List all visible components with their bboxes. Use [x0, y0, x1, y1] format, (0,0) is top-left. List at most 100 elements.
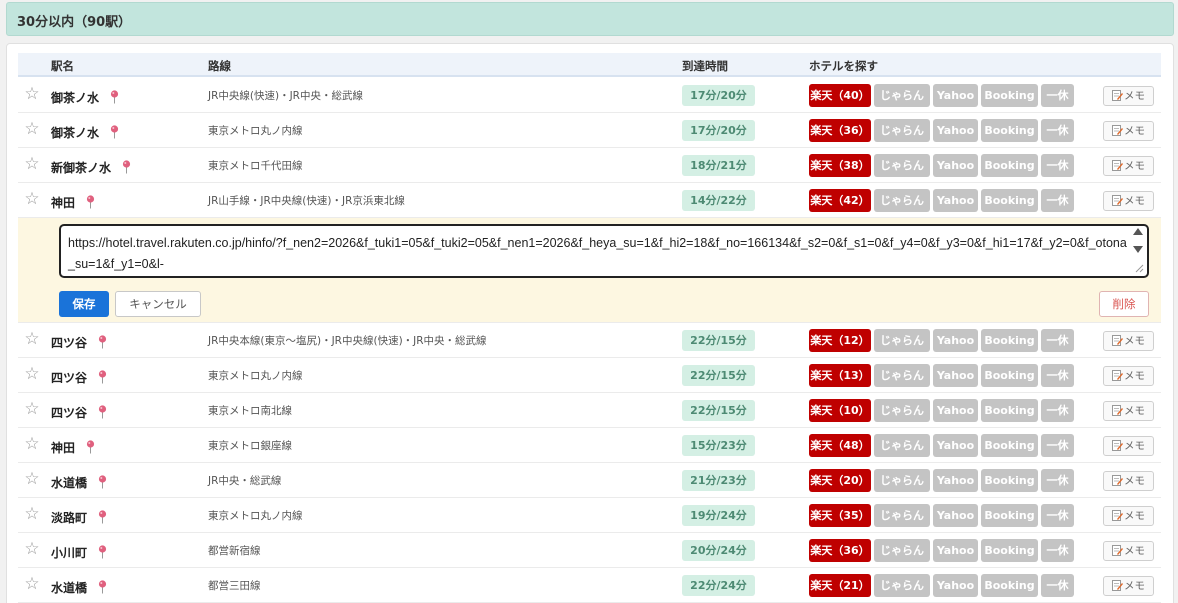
favorite-star-icon[interactable]: ☆ — [23, 505, 41, 523]
ikyu-button[interactable]: 一休 — [1041, 504, 1074, 527]
yahoo-button[interactable]: Yahoo — [933, 84, 978, 107]
rakuten-button[interactable]: 楽天（38） — [809, 154, 871, 177]
station-name[interactable]: 小川町 — [51, 546, 87, 560]
rakuten-button[interactable]: 楽天（20） — [809, 469, 871, 492]
ikyu-button[interactable]: 一休 — [1041, 469, 1074, 492]
memo-button[interactable]: メモ — [1103, 366, 1154, 386]
map-pin-icon[interactable] — [98, 335, 107, 349]
jalan-button[interactable]: じゃらん — [874, 119, 930, 142]
memo-button[interactable]: メモ — [1103, 121, 1154, 141]
memo-button[interactable]: メモ — [1103, 331, 1154, 351]
rakuten-button[interactable]: 楽天（36） — [809, 119, 871, 142]
memo-button[interactable]: メモ — [1103, 156, 1154, 176]
memo-button[interactable]: メモ — [1103, 401, 1154, 421]
memo-button[interactable]: メモ — [1103, 436, 1154, 456]
booking-button[interactable]: Booking — [981, 469, 1038, 492]
map-pin-icon[interactable] — [86, 195, 95, 209]
yahoo-button[interactable]: Yahoo — [933, 399, 978, 422]
booking-button[interactable]: Booking — [981, 364, 1038, 387]
jalan-button[interactable]: じゃらん — [874, 539, 930, 562]
memo-button[interactable]: メモ — [1103, 471, 1154, 491]
booking-button[interactable]: Booking — [981, 399, 1038, 422]
map-pin-icon[interactable] — [98, 545, 107, 559]
ikyu-button[interactable]: 一休 — [1041, 574, 1074, 597]
map-pin-icon[interactable] — [110, 125, 119, 139]
map-pin-icon[interactable] — [86, 440, 95, 454]
yahoo-button[interactable]: Yahoo — [933, 119, 978, 142]
booking-button[interactable]: Booking — [981, 154, 1038, 177]
map-pin-icon[interactable] — [98, 370, 107, 384]
rakuten-button[interactable]: 楽天（10） — [809, 399, 871, 422]
memo-button[interactable]: メモ — [1103, 506, 1154, 526]
textarea-scrollbar[interactable] — [1133, 226, 1145, 276]
memo-textarea[interactable]: https://hotel.travel.rakuten.co.jp/hinfo… — [59, 224, 1149, 278]
ikyu-button[interactable]: 一休 — [1041, 119, 1074, 142]
scroll-down-icon[interactable] — [1133, 246, 1143, 253]
memo-button[interactable]: メモ — [1103, 191, 1154, 211]
station-name[interactable]: 御茶ノ水 — [51, 91, 99, 105]
booking-button[interactable]: Booking — [981, 539, 1038, 562]
station-name[interactable]: 水道橋 — [51, 476, 87, 490]
rakuten-button[interactable]: 楽天（13） — [809, 364, 871, 387]
favorite-star-icon[interactable]: ☆ — [23, 435, 41, 453]
ikyu-button[interactable]: 一休 — [1041, 539, 1074, 562]
booking-button[interactable]: Booking — [981, 434, 1038, 457]
resize-grip-icon[interactable] — [1135, 264, 1144, 273]
jalan-button[interactable]: じゃらん — [874, 189, 930, 212]
yahoo-button[interactable]: Yahoo — [933, 504, 978, 527]
rakuten-button[interactable]: 楽天（42） — [809, 189, 871, 212]
favorite-star-icon[interactable]: ☆ — [23, 575, 41, 593]
booking-button[interactable]: Booking — [981, 84, 1038, 107]
favorite-star-icon[interactable]: ☆ — [23, 85, 41, 103]
jalan-button[interactable]: じゃらん — [874, 84, 930, 107]
favorite-star-icon[interactable]: ☆ — [23, 155, 41, 173]
map-pin-icon[interactable] — [122, 160, 131, 174]
station-name[interactable]: 四ツ谷 — [51, 371, 87, 385]
delete-button[interactable]: 削除 — [1099, 291, 1149, 317]
map-pin-icon[interactable] — [98, 405, 107, 419]
memo-button[interactable]: メモ — [1103, 86, 1154, 106]
station-name[interactable]: 四ツ谷 — [51, 406, 87, 420]
ikyu-button[interactable]: 一休 — [1041, 189, 1074, 212]
yahoo-button[interactable]: Yahoo — [933, 539, 978, 562]
map-pin-icon[interactable] — [98, 510, 107, 524]
station-name[interactable]: 御茶ノ水 — [51, 126, 99, 140]
rakuten-button[interactable]: 楽天（40） — [809, 84, 871, 107]
favorite-star-icon[interactable]: ☆ — [23, 540, 41, 558]
yahoo-button[interactable]: Yahoo — [933, 574, 978, 597]
jalan-button[interactable]: じゃらん — [874, 154, 930, 177]
jalan-button[interactable]: じゃらん — [874, 434, 930, 457]
station-name[interactable]: 淡路町 — [51, 511, 87, 525]
favorite-star-icon[interactable]: ☆ — [23, 330, 41, 348]
rakuten-button[interactable]: 楽天（35） — [809, 504, 871, 527]
jalan-button[interactable]: じゃらん — [874, 504, 930, 527]
cancel-button[interactable]: キャンセル — [115, 291, 201, 317]
ikyu-button[interactable]: 一休 — [1041, 399, 1074, 422]
favorite-star-icon[interactable]: ☆ — [23, 190, 41, 208]
yahoo-button[interactable]: Yahoo — [933, 364, 978, 387]
ikyu-button[interactable]: 一休 — [1041, 154, 1074, 177]
jalan-button[interactable]: じゃらん — [874, 329, 930, 352]
ikyu-button[interactable]: 一休 — [1041, 434, 1074, 457]
booking-button[interactable]: Booking — [981, 329, 1038, 352]
favorite-star-icon[interactable]: ☆ — [23, 470, 41, 488]
booking-button[interactable]: Booking — [981, 574, 1038, 597]
yahoo-button[interactable]: Yahoo — [933, 469, 978, 492]
rakuten-button[interactable]: 楽天（21） — [809, 574, 871, 597]
jalan-button[interactable]: じゃらん — [874, 469, 930, 492]
station-name[interactable]: 水道橋 — [51, 581, 87, 595]
rakuten-button[interactable]: 楽天（48） — [809, 434, 871, 457]
rakuten-button[interactable]: 楽天（36） — [809, 539, 871, 562]
station-name[interactable]: 四ツ谷 — [51, 336, 87, 350]
favorite-star-icon[interactable]: ☆ — [23, 120, 41, 138]
ikyu-button[interactable]: 一休 — [1041, 364, 1074, 387]
booking-button[interactable]: Booking — [981, 504, 1038, 527]
booking-button[interactable]: Booking — [981, 189, 1038, 212]
booking-button[interactable]: Booking — [981, 119, 1038, 142]
yahoo-button[interactable]: Yahoo — [933, 189, 978, 212]
memo-button[interactable]: メモ — [1103, 576, 1154, 596]
map-pin-icon[interactable] — [98, 580, 107, 594]
jalan-button[interactable]: じゃらん — [874, 399, 930, 422]
ikyu-button[interactable]: 一休 — [1041, 84, 1074, 107]
yahoo-button[interactable]: Yahoo — [933, 434, 978, 457]
